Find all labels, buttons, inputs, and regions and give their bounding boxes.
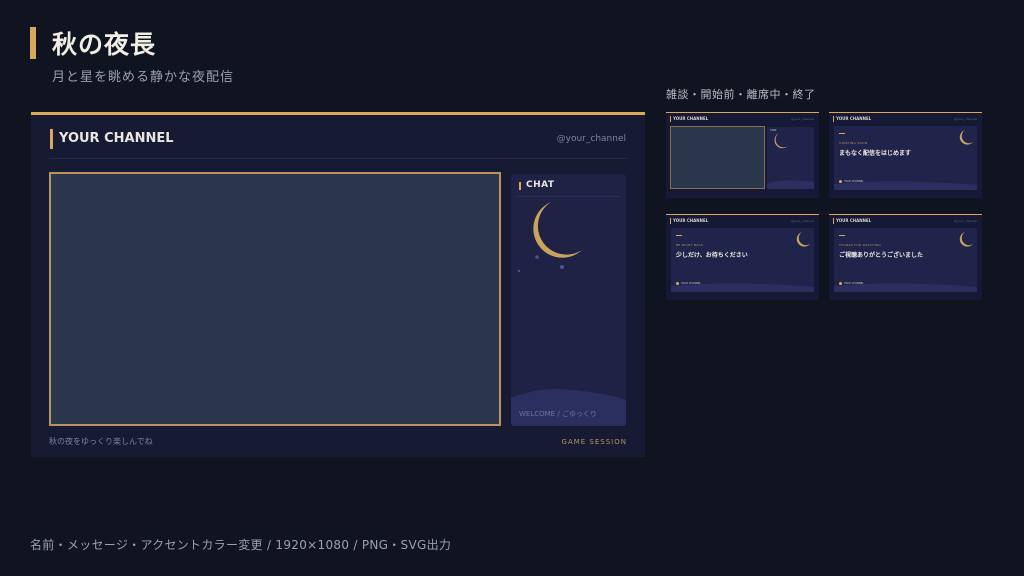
- game-session-label: GAME SESSION: [561, 438, 627, 446]
- channel-handle: @your_channel: [556, 134, 626, 144]
- hill-shape: [511, 389, 626, 426]
- star-icon: [517, 269, 521, 273]
- thumb-eyebrow: THANKS FOR WATCHING: [839, 243, 882, 247]
- thumb-channel-name: YOUR CHANNEL: [673, 116, 709, 121]
- moon-icon: [533, 202, 582, 258]
- moon-icon: [796, 232, 810, 247]
- moon-icon: [959, 130, 973, 145]
- thumb-rule: [839, 235, 845, 236]
- main-preview: YOUR CHANNEL @your_channel CHAT WELCOME …: [31, 112, 645, 457]
- thumb-dot: [839, 282, 842, 285]
- thumb-eyebrow: STARTING SOON: [839, 141, 868, 145]
- thumb-handle: @your_channel: [790, 219, 814, 223]
- thumb-rule: [839, 133, 845, 134]
- thumb-handle: @your_channel: [953, 117, 977, 121]
- thumb-accent-bar: [833, 116, 834, 122]
- thumbnail-chat[interactable]: YOUR CHANNEL @your_channel CHAT: [666, 112, 819, 198]
- variants-label: 雑談・開始前・離席中・終了: [666, 88, 816, 101]
- thumb-chat-decoration: [767, 133, 814, 189]
- chat-panel: CHAT WELCOME / ごゆっくり: [511, 174, 626, 426]
- thumb-accent-bar: [833, 218, 834, 224]
- thumbnail-ending[interactable]: YOUR CHANNEL @your_channel THANKS FOR WA…: [829, 214, 982, 300]
- bottom-message: 秋の夜をゆっくり楽しんでね: [49, 437, 153, 446]
- page-subtitle: 月と星を眺める静かな夜配信: [52, 70, 235, 85]
- thumb-dot: [839, 180, 842, 183]
- moon-icon: [774, 133, 788, 149]
- hill-shape: [767, 180, 814, 189]
- thumb-heading: ご視聴ありがとうございました: [839, 252, 924, 259]
- welcome-text: WELCOME / ごゆっくり: [519, 410, 597, 418]
- channel-name: YOUR CHANNEL: [59, 131, 174, 146]
- thumb-tag: YOUR CHANNEL: [844, 180, 864, 183]
- channel-accent-bar: [50, 129, 53, 149]
- thumb-channel-name: YOUR CHANNEL: [836, 116, 872, 121]
- thumb-heading: まもなく配信をはじめます: [839, 150, 912, 157]
- thumb-heading: 少しだけ、お待ちください: [676, 252, 748, 259]
- star-icon: [560, 265, 564, 269]
- star-icon: [535, 255, 539, 259]
- header-divider: [49, 158, 627, 159]
- title-accent-bar: [30, 27, 36, 59]
- thumb-tag: YOUR CHANNEL: [681, 282, 701, 285]
- thumbnail-starting-soon[interactable]: YOUR CHANNEL @your_channel STARTING SOON…: [829, 112, 982, 198]
- moon-icon: [959, 232, 973, 247]
- thumb-chat-panel: CHAT: [767, 127, 814, 189]
- thumb-handle: @your_channel: [790, 117, 814, 121]
- thumb-accent-bar: [670, 116, 671, 122]
- thumb-tag: YOUR CHANNEL: [844, 282, 864, 285]
- chat-decoration: [511, 202, 626, 426]
- thumb-dot: [676, 282, 679, 285]
- footer-note: 名前・メッセージ・アクセントカラー変更 / 1920×1080 / PNG・SV…: [30, 538, 452, 552]
- thumb-handle: @your_channel: [953, 219, 977, 223]
- video-frame: [49, 172, 501, 426]
- thumb-accent-bar: [670, 218, 671, 224]
- thumb-rule: [676, 235, 682, 236]
- thumb-channel-name: YOUR CHANNEL: [836, 218, 872, 223]
- thumb-eyebrow: BE RIGHT BACK: [676, 243, 704, 247]
- thumbnail-be-right-back[interactable]: YOUR CHANNEL @your_channel BE RIGHT BACK…: [666, 214, 819, 300]
- thumb-video-frame: [670, 126, 765, 189]
- thumb-channel-name: YOUR CHANNEL: [673, 218, 709, 223]
- page-title: 秋の夜長: [52, 30, 157, 59]
